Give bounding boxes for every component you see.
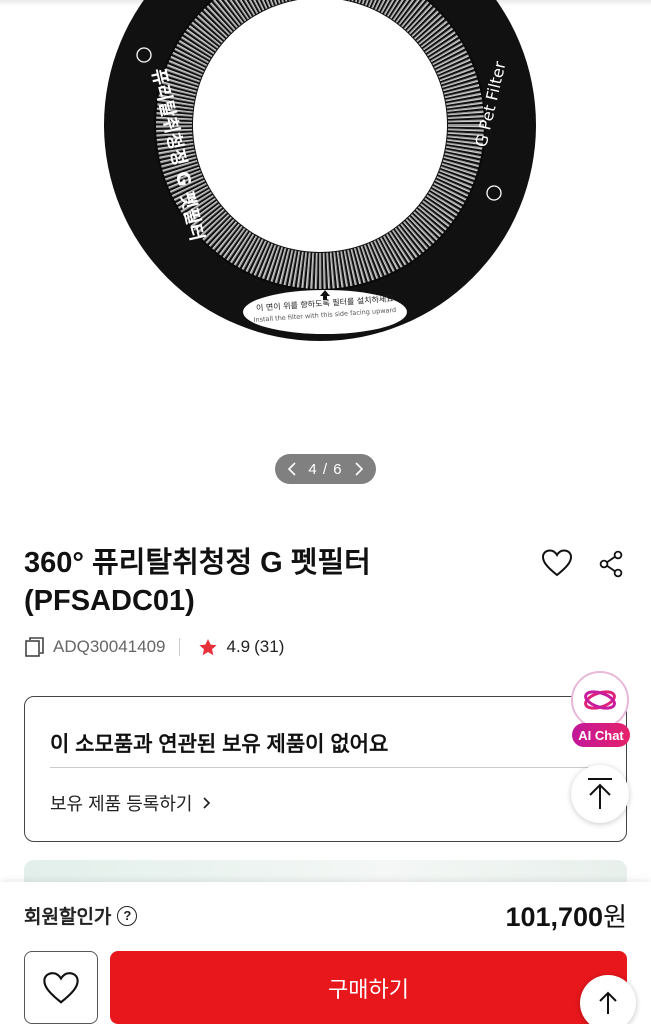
review-count[interactable]: (31) [254, 637, 284, 657]
arrow-up-icon [588, 778, 612, 809]
ai-chat-button[interactable]: AI Chat [571, 671, 631, 751]
register-link-label: 보유 제품 등록하기 [50, 794, 193, 814]
wishlist-button[interactable] [539, 545, 575, 581]
heart-icon [541, 549, 573, 577]
scroll-to-top-button-bottom[interactable] [580, 975, 636, 1024]
chevron-left-icon [287, 462, 296, 476]
image-pager: 4 / 6 [275, 454, 376, 484]
ai-chat-label: AI Chat [572, 723, 630, 747]
rating-value: 4.9 [226, 637, 251, 656]
heart-icon [43, 971, 79, 1004]
scroll-to-top-button[interactable] [571, 765, 629, 823]
product-image[interactable]: 퓨리탈취청정 G 펫필터 G Pet Filter 이 면이 위를 향하도록 필… [0, 0, 651, 450]
star-icon [199, 638, 218, 655]
model-code: ADQ30041409 [53, 637, 166, 656]
next-image-button[interactable] [352, 462, 366, 476]
copy-icon[interactable] [24, 636, 45, 658]
filter-illustration: 퓨리탈취청정 G 펫필터 G Pet Filter 이 면이 위를 향하도록 필… [104, 0, 536, 341]
share-button[interactable] [593, 546, 629, 582]
ai-chat-icon [584, 690, 616, 710]
pager-separator: / [322, 460, 329, 478]
chevron-right-icon [355, 462, 364, 476]
price: 101,700원 [505, 897, 627, 934]
register-product-link[interactable]: 보유 제품 등록하기 [50, 790, 211, 816]
buy-button[interactable]: 구매하기 [110, 951, 627, 1024]
member-price-label: 회원할인가 ? [24, 902, 138, 929]
price-currency: 원 [603, 902, 627, 932]
pager-current: 4 [308, 460, 318, 478]
member-price-text: 회원할인가 [24, 907, 112, 928]
question-icon[interactable]: ? [117, 905, 138, 926]
chevron-right-icon [203, 797, 211, 809]
prev-image-button[interactable] [285, 462, 299, 476]
price-value: 101,700 [505, 902, 604, 932]
arrow-up-icon [599, 991, 617, 1014]
product-title: 360° 퓨리탈취청정 G 펫필터 (PFSADC01) [24, 547, 371, 617]
owned-card-title: 이 소모품과 연관된 보유 제품이 없어요 [50, 733, 389, 756]
share-icon [599, 550, 623, 578]
card-divider [50, 767, 604, 768]
pager-total: 6 [333, 460, 343, 478]
product-meta: ADQ30041409 4.9 (31) [24, 634, 284, 660]
pager-count: 4 / 6 [308, 461, 342, 478]
ai-chat-bubble [571, 671, 629, 729]
wishlist-bottom-button[interactable] [24, 951, 98, 1024]
meta-divider [179, 638, 181, 656]
owned-product-card: 이 소모품과 연관된 보유 제품이 없어요 보유 제품 등록하기 [24, 696, 627, 842]
